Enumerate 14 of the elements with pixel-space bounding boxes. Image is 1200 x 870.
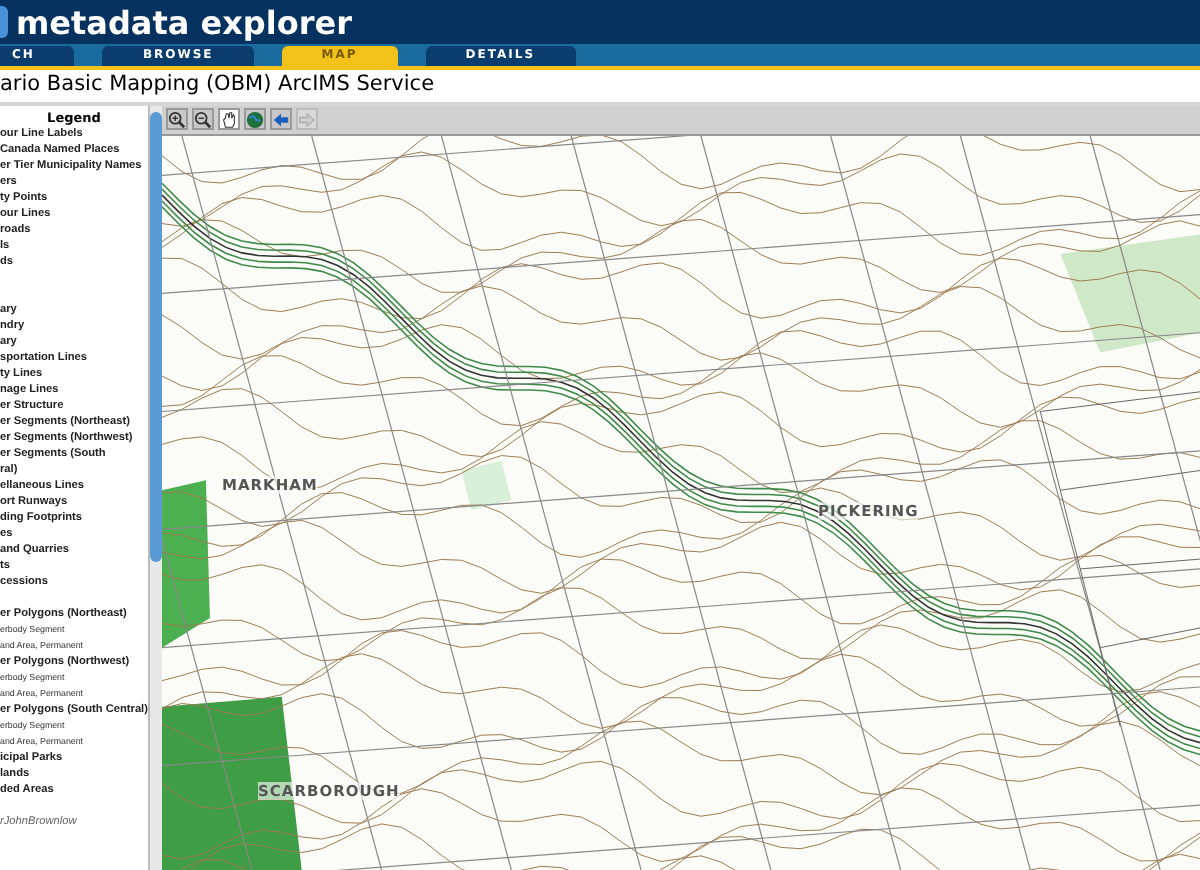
left-arrow-icon xyxy=(272,109,290,129)
globe-icon xyxy=(246,109,264,129)
logo-icon xyxy=(0,6,8,38)
scrollbar[interactable] xyxy=(148,106,162,870)
zoom-in-button[interactable] xyxy=(166,108,188,130)
app-title: metadata explorer xyxy=(16,3,352,41)
pan-button[interactable] xyxy=(218,108,240,130)
zoom-out-icon xyxy=(194,109,212,129)
zoom-in-icon xyxy=(168,109,186,129)
hand-icon xyxy=(220,109,238,129)
zoom-out-button[interactable] xyxy=(192,108,214,130)
scroll-thumb[interactable] xyxy=(150,112,162,562)
back-button[interactable] xyxy=(270,108,292,130)
globe-button[interactable] xyxy=(244,108,266,130)
